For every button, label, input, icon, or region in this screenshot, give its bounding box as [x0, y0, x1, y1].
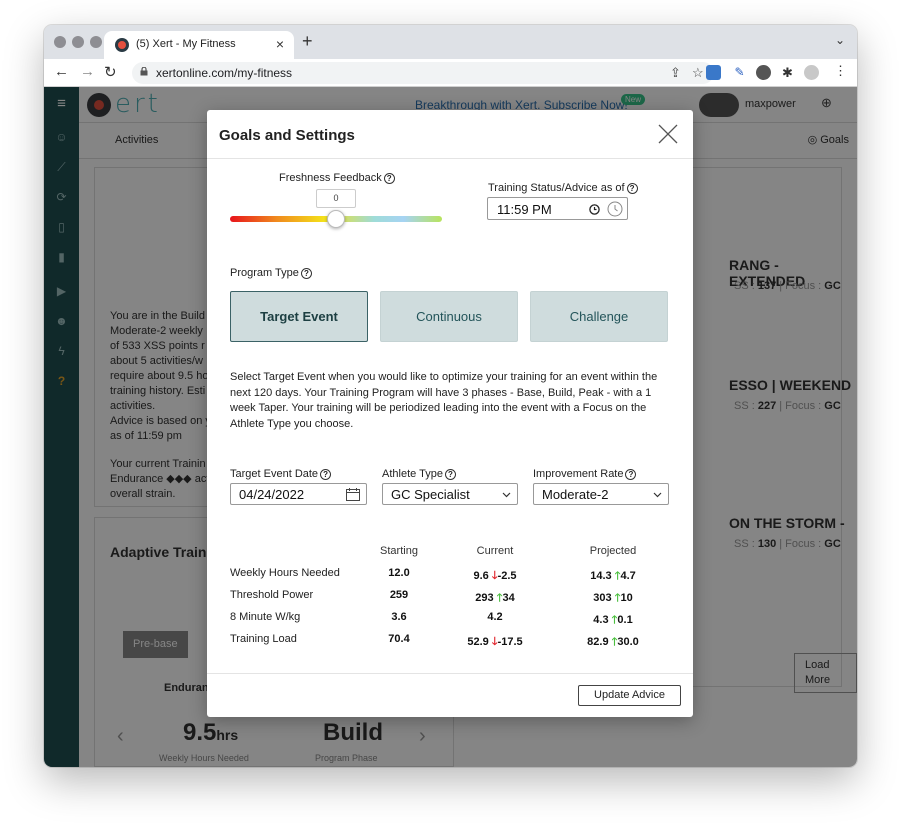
url-box[interactable]: xertonline.com/my-fitness ⇪ ☆: [132, 62, 714, 84]
starting-value: 12.0: [388, 567, 410, 579]
row-label: 8 Minute W/kg: [230, 611, 301, 623]
translate-extension-icon[interactable]: [706, 65, 721, 80]
tab-close-icon[interactable]: ×: [276, 36, 284, 52]
starting-value: 3.6: [391, 611, 407, 623]
help-icon: ?: [320, 469, 332, 480]
new-tab-icon[interactable]: +: [302, 31, 313, 52]
back-arrow-icon[interactable]: ←: [54, 63, 69, 80]
puzzle-extension-icon[interactable]: ✱: [780, 65, 795, 80]
help-icon: ?: [626, 183, 638, 194]
help-icon: ?: [383, 173, 395, 184]
divider: [207, 158, 693, 159]
improvement-rate-value: Moderate-2: [542, 487, 609, 502]
starting-value: 259: [389, 589, 409, 601]
target-date-value: 04/24/2022: [239, 487, 305, 502]
divider: [207, 673, 693, 674]
status-time-label: Training Status/Advice as of?: [488, 182, 638, 194]
reload-icon[interactable]: ↻: [104, 63, 117, 81]
help-icon: ?: [625, 469, 637, 480]
freshness-slider-handle[interactable]: [327, 210, 345, 228]
improvement-rate-select[interactable]: Moderate-2: [533, 483, 669, 505]
projected-value: 303 🡑10: [593, 592, 633, 604]
status-time-value: 11:59 PM: [497, 202, 552, 217]
projected-value: 14.3 🡑4.7: [590, 570, 636, 582]
calendar-icon[interactable]: [346, 488, 360, 501]
xert-favicon-icon: [115, 38, 129, 52]
tab-list-chevron-icon[interactable]: ⌄: [835, 33, 845, 47]
chevron-down-icon: [502, 492, 511, 498]
tab-bar: (5) Xert - My Fitness × + ⌄: [44, 25, 857, 59]
current-value: 52.9 🡓-17.5: [467, 636, 523, 648]
current-value: 4.2: [487, 611, 503, 623]
window-minimize-dot[interactable]: [72, 36, 84, 48]
lock-icon: [140, 67, 148, 76]
target-date-label: Target Event Date?: [230, 468, 332, 480]
freshness-label: Freshness Feedback?: [279, 172, 395, 184]
row-label: Weekly Hours Needed: [230, 567, 340, 579]
pen-extension-icon[interactable]: ✎: [732, 65, 747, 80]
browser-menu-icon[interactable]: ⋮: [834, 63, 847, 79]
u-extension-icon[interactable]: [756, 65, 771, 80]
help-icon: ?: [444, 469, 456, 480]
freshness-value[interactable]: 0: [316, 189, 356, 208]
current-value: 293 🡑34: [475, 592, 515, 604]
projected-value: 4.3 🡑0.1: [593, 614, 633, 626]
forward-arrow-icon[interactable]: →: [80, 63, 95, 80]
goals-settings-modal: Goals and Settings Freshness Feedback? 0…: [207, 110, 693, 717]
program-type-label: Program Type?: [230, 267, 312, 279]
clock-outline-icon[interactable]: [607, 201, 623, 217]
col-header-projected: Projected: [589, 545, 637, 557]
close-icon[interactable]: [657, 123, 679, 145]
share-icon[interactable]: ⇪: [670, 65, 681, 81]
clock-icon[interactable]: [589, 204, 600, 215]
address-bar: ← → ↻ xertonline.com/my-fitness ⇪ ☆ ✎ ✱ …: [44, 59, 857, 87]
program-continuous-button[interactable]: Continuous: [380, 291, 518, 342]
window-close-dot[interactable]: [54, 36, 66, 48]
col-header-current: Current: [476, 545, 514, 557]
url-text: xertonline.com/my-fitness: [156, 66, 293, 80]
target-date-input[interactable]: 04/24/2022: [230, 483, 367, 505]
row-label: Threshold Power: [230, 589, 314, 601]
program-target-event-button[interactable]: Target Event: [230, 291, 368, 342]
window-zoom-dot[interactable]: [90, 36, 102, 48]
athlete-type-select[interactable]: GC Specialist: [382, 483, 518, 505]
chevron-down-icon: [653, 492, 662, 498]
program-description: Select Target Event when you would like …: [230, 371, 658, 430]
bookmark-star-icon[interactable]: ☆: [692, 65, 704, 81]
row-label: Training Load: [230, 633, 297, 645]
program-challenge-button[interactable]: Challenge: [530, 291, 668, 342]
col-header-starting: Starting: [380, 545, 418, 557]
update-advice-button[interactable]: Update Advice: [578, 685, 681, 706]
help-icon: ?: [300, 268, 312, 279]
current-value: 9.6 🡓-2.5: [473, 570, 517, 582]
profile-icon[interactable]: [804, 65, 819, 80]
athlete-type-value: GC Specialist: [391, 487, 470, 502]
starting-value: 70.4: [388, 633, 410, 645]
status-time-input[interactable]: 11:59 PM: [487, 197, 628, 220]
browser-tab[interactable]: (5) Xert - My Fitness ×: [104, 31, 294, 59]
tab-title: (5) Xert - My Fitness: [136, 38, 236, 50]
athlete-type-label: Athlete Type?: [382, 468, 456, 480]
modal-title: Goals and Settings: [219, 127, 355, 144]
improvement-rate-label: Improvement Rate?: [533, 468, 637, 480]
projected-value: 82.9 🡑30.0: [587, 636, 639, 648]
